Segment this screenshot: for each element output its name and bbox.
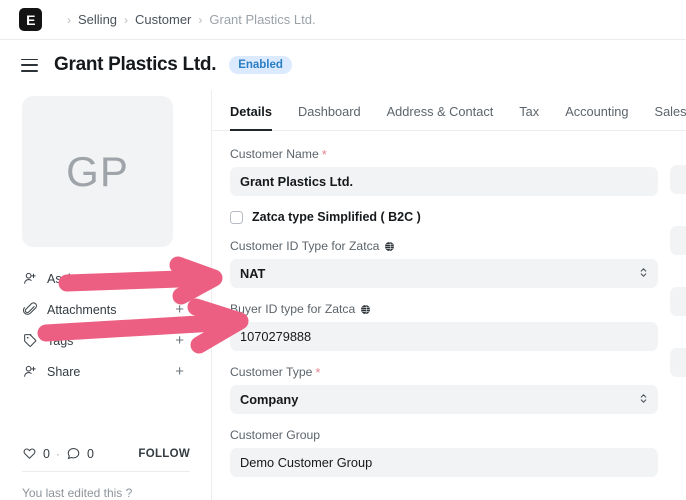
rc-input-4[interactable] xyxy=(670,348,686,377)
last-edited-note: You last edited this ? xyxy=(22,486,133,500)
breadcrumb-item-current[interactable]: Grant Plastics Ltd. xyxy=(209,12,315,27)
field-customer-name: Customer Name * Grant Plastics Ltd. xyxy=(230,147,658,196)
sidebar-item-assigned-to[interactable]: Assigned To + xyxy=(22,263,189,294)
field-customer-id-type: Customer ID Type for Zatca NAT xyxy=(230,239,658,288)
customer-type-select[interactable]: Company xyxy=(230,385,658,414)
page-root: E › Selling › Customer › Grant Plastics … xyxy=(0,0,686,500)
chevron-updown-icon xyxy=(639,392,648,408)
sidebar-actions: Assigned To + Attachments + Tags + Share… xyxy=(22,263,189,387)
rc-label-1 xyxy=(670,147,686,159)
tab-accounting[interactable]: Accounting xyxy=(565,104,628,130)
hamburger-icon[interactable] xyxy=(21,58,38,72)
sidebar-item-tags[interactable]: Tags + xyxy=(22,325,189,356)
rc-field-4 xyxy=(670,330,686,377)
rc-label-3 xyxy=(670,269,686,281)
field-customer-group: Customer Group Demo Customer Group xyxy=(230,428,658,477)
top-navbar: E › Selling › Customer › Grant Plastics … xyxy=(0,0,686,40)
buyer-id-type-input[interactable]: 1070279888 xyxy=(230,322,658,351)
add-tag-button[interactable]: + xyxy=(175,333,189,348)
tab-details[interactable]: Details xyxy=(230,104,272,131)
customer-id-type-value: NAT xyxy=(240,266,266,281)
heart-icon xyxy=(23,448,36,459)
rc-field-2 xyxy=(670,208,686,255)
sidebar-item-label: Attachments xyxy=(47,302,117,317)
status-badge: Enabled xyxy=(229,55,292,75)
field-buyer-id-type: Buyer ID type for Zatca 1070279888 xyxy=(230,302,658,351)
erpnext-logo-icon[interactable]: E xyxy=(19,8,42,31)
zatca-simplified-checkbox[interactable] xyxy=(230,210,243,224)
field-zatca-simplified[interactable]: Zatca type Simplified ( B2C ) xyxy=(230,210,686,224)
sidebar-stats: 0 · 0 FOLLOW xyxy=(22,446,190,461)
add-attachment-button[interactable]: + xyxy=(175,302,189,317)
tag-icon xyxy=(22,333,38,349)
avatar[interactable]: GP xyxy=(22,96,173,247)
customer-type-value: Company xyxy=(240,392,299,407)
breadcrumb-item-selling[interactable]: Selling xyxy=(78,12,117,27)
breadcrumb-separator-1: › xyxy=(124,12,129,27)
tab-bar: Details Dashboard Address & Contact Tax … xyxy=(212,90,686,131)
chevron-updown-icon xyxy=(639,266,648,282)
globe-icon xyxy=(360,304,371,315)
assign-user-icon xyxy=(22,271,38,287)
comment-stat[interactable]: 0 xyxy=(66,446,94,461)
sidebar-item-attachments[interactable]: Attachments + xyxy=(22,294,189,325)
customer-name-input[interactable]: Grant Plastics Ltd. xyxy=(230,167,658,196)
customer-id-type-select[interactable]: NAT xyxy=(230,259,658,288)
avatar-initials: GP xyxy=(66,147,129,195)
share-user-icon xyxy=(22,364,38,380)
customer-type-label: Customer Type * xyxy=(230,364,321,380)
customer-id-type-label: Customer ID Type for Zatca xyxy=(230,239,658,253)
like-count: 0 xyxy=(43,446,50,461)
comment-count: 0 xyxy=(86,446,94,461)
tab-dashboard[interactable]: Dashboard xyxy=(298,104,361,130)
rc-label-2 xyxy=(670,208,686,220)
zatca-simplified-label: Zatca type Simplified ( B2C ) xyxy=(252,210,421,224)
comment-icon xyxy=(67,448,80,459)
rc-label-4 xyxy=(670,330,686,342)
add-share-button[interactable]: + xyxy=(175,364,189,379)
rc-input-1[interactable] xyxy=(670,165,686,194)
breadcrumb-separator-0: › xyxy=(67,12,71,27)
page-header: Grant Plastics Ltd. Enabled xyxy=(0,40,686,90)
sidebar-item-label: Assigned To xyxy=(47,271,115,286)
required-marker: * xyxy=(315,364,321,380)
rc-input-2[interactable] xyxy=(670,226,686,255)
right-column-clipped xyxy=(670,131,686,391)
like-stat[interactable]: 0 xyxy=(22,446,50,461)
required-marker: * xyxy=(321,146,327,162)
buyer-id-type-label: Buyer ID type for Zatca xyxy=(230,302,658,316)
sidebar-item-label: Tags xyxy=(47,333,74,348)
follow-button[interactable]: FOLLOW xyxy=(138,448,190,460)
main-panel: Details Dashboard Address & Contact Tax … xyxy=(212,90,686,500)
customer-name-label: Customer Name * xyxy=(230,146,327,162)
sidebar-divider xyxy=(22,471,190,472)
tab-tax[interactable]: Tax xyxy=(519,104,539,130)
logo-letter: E xyxy=(26,11,35,28)
left-sidebar: GP Assigned To + Attachments + Tags + Sh… xyxy=(0,90,212,500)
globe-icon xyxy=(384,241,395,252)
field-customer-type: Customer Type * Company xyxy=(230,365,658,414)
tab-sales[interactable]: Sales xyxy=(655,104,686,130)
sidebar-item-label: Share xyxy=(47,364,81,379)
page-title: Grant Plastics Ltd. xyxy=(54,54,217,75)
sidebar-item-share[interactable]: Share + xyxy=(22,356,189,387)
paperclip-icon xyxy=(22,302,38,318)
customer-group-label: Customer Group xyxy=(230,428,321,442)
tab-address-contact[interactable]: Address & Contact xyxy=(387,104,494,130)
details-form: Customer Name * Grant Plastics Ltd. Zatc… xyxy=(212,131,686,477)
rc-field-3 xyxy=(670,269,686,316)
stat-separator: · xyxy=(55,446,60,461)
add-assignment-button[interactable]: + xyxy=(175,271,189,286)
customer-group-input[interactable]: Demo Customer Group xyxy=(230,448,658,477)
breadcrumb: › Selling › Customer › Grant Plastics Lt… xyxy=(60,12,316,27)
breadcrumb-separator-2: › xyxy=(198,12,203,27)
rc-input-3[interactable] xyxy=(670,287,686,316)
rc-field-1 xyxy=(670,147,686,194)
breadcrumb-item-customer[interactable]: Customer xyxy=(135,12,191,27)
